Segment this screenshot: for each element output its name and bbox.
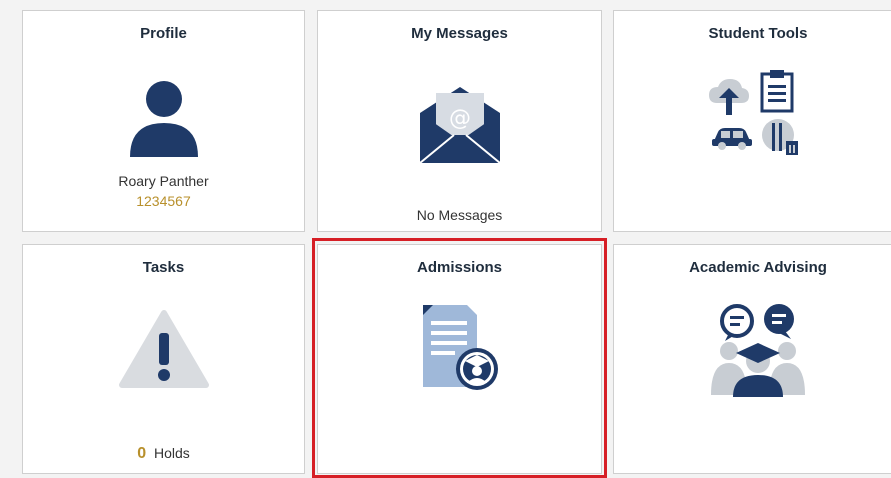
profile-tile[interactable]: Profile Roary Panther 1234567 [22,10,305,232]
tasks-title: Tasks [142,259,185,276]
holds-label: Holds [154,445,190,461]
messages-tile[interactable]: My Messages @ No Messages [317,10,602,232]
profile-name: Roary Panther [118,173,209,189]
car-icon [712,128,752,150]
admissions-tile[interactable]: Admissions [317,244,602,474]
academic-advising-tile[interactable]: Academic Advising [613,244,891,474]
messages-title: My Messages [411,25,508,42]
student-tools-tile[interactable]: Student Tools [613,10,891,232]
profile-id: 1234567 [136,193,191,209]
svg-text:@: @ [449,106,471,131]
dining-icon [762,119,798,155]
admissions-document-icon [422,305,498,390]
student-tools-title: Student Tools [708,25,808,42]
advising-title: Academic Advising [689,259,827,276]
user-avatar-icon [129,81,198,157]
cloud-upload-icon [709,79,749,115]
advising-people-icon [711,304,805,397]
admissions-title: Admissions [416,259,503,276]
envelope-icon: @ [418,87,501,164]
holds-count: 0 [137,445,147,462]
profile-title: Profile [140,25,187,42]
clipboard-icon [760,70,794,113]
tasks-holds: 0 Holds [23,445,304,463]
messages-status: No Messages [416,207,503,223]
warning-icon [118,310,209,388]
tasks-tile[interactable]: Tasks 0 Holds [22,244,305,474]
